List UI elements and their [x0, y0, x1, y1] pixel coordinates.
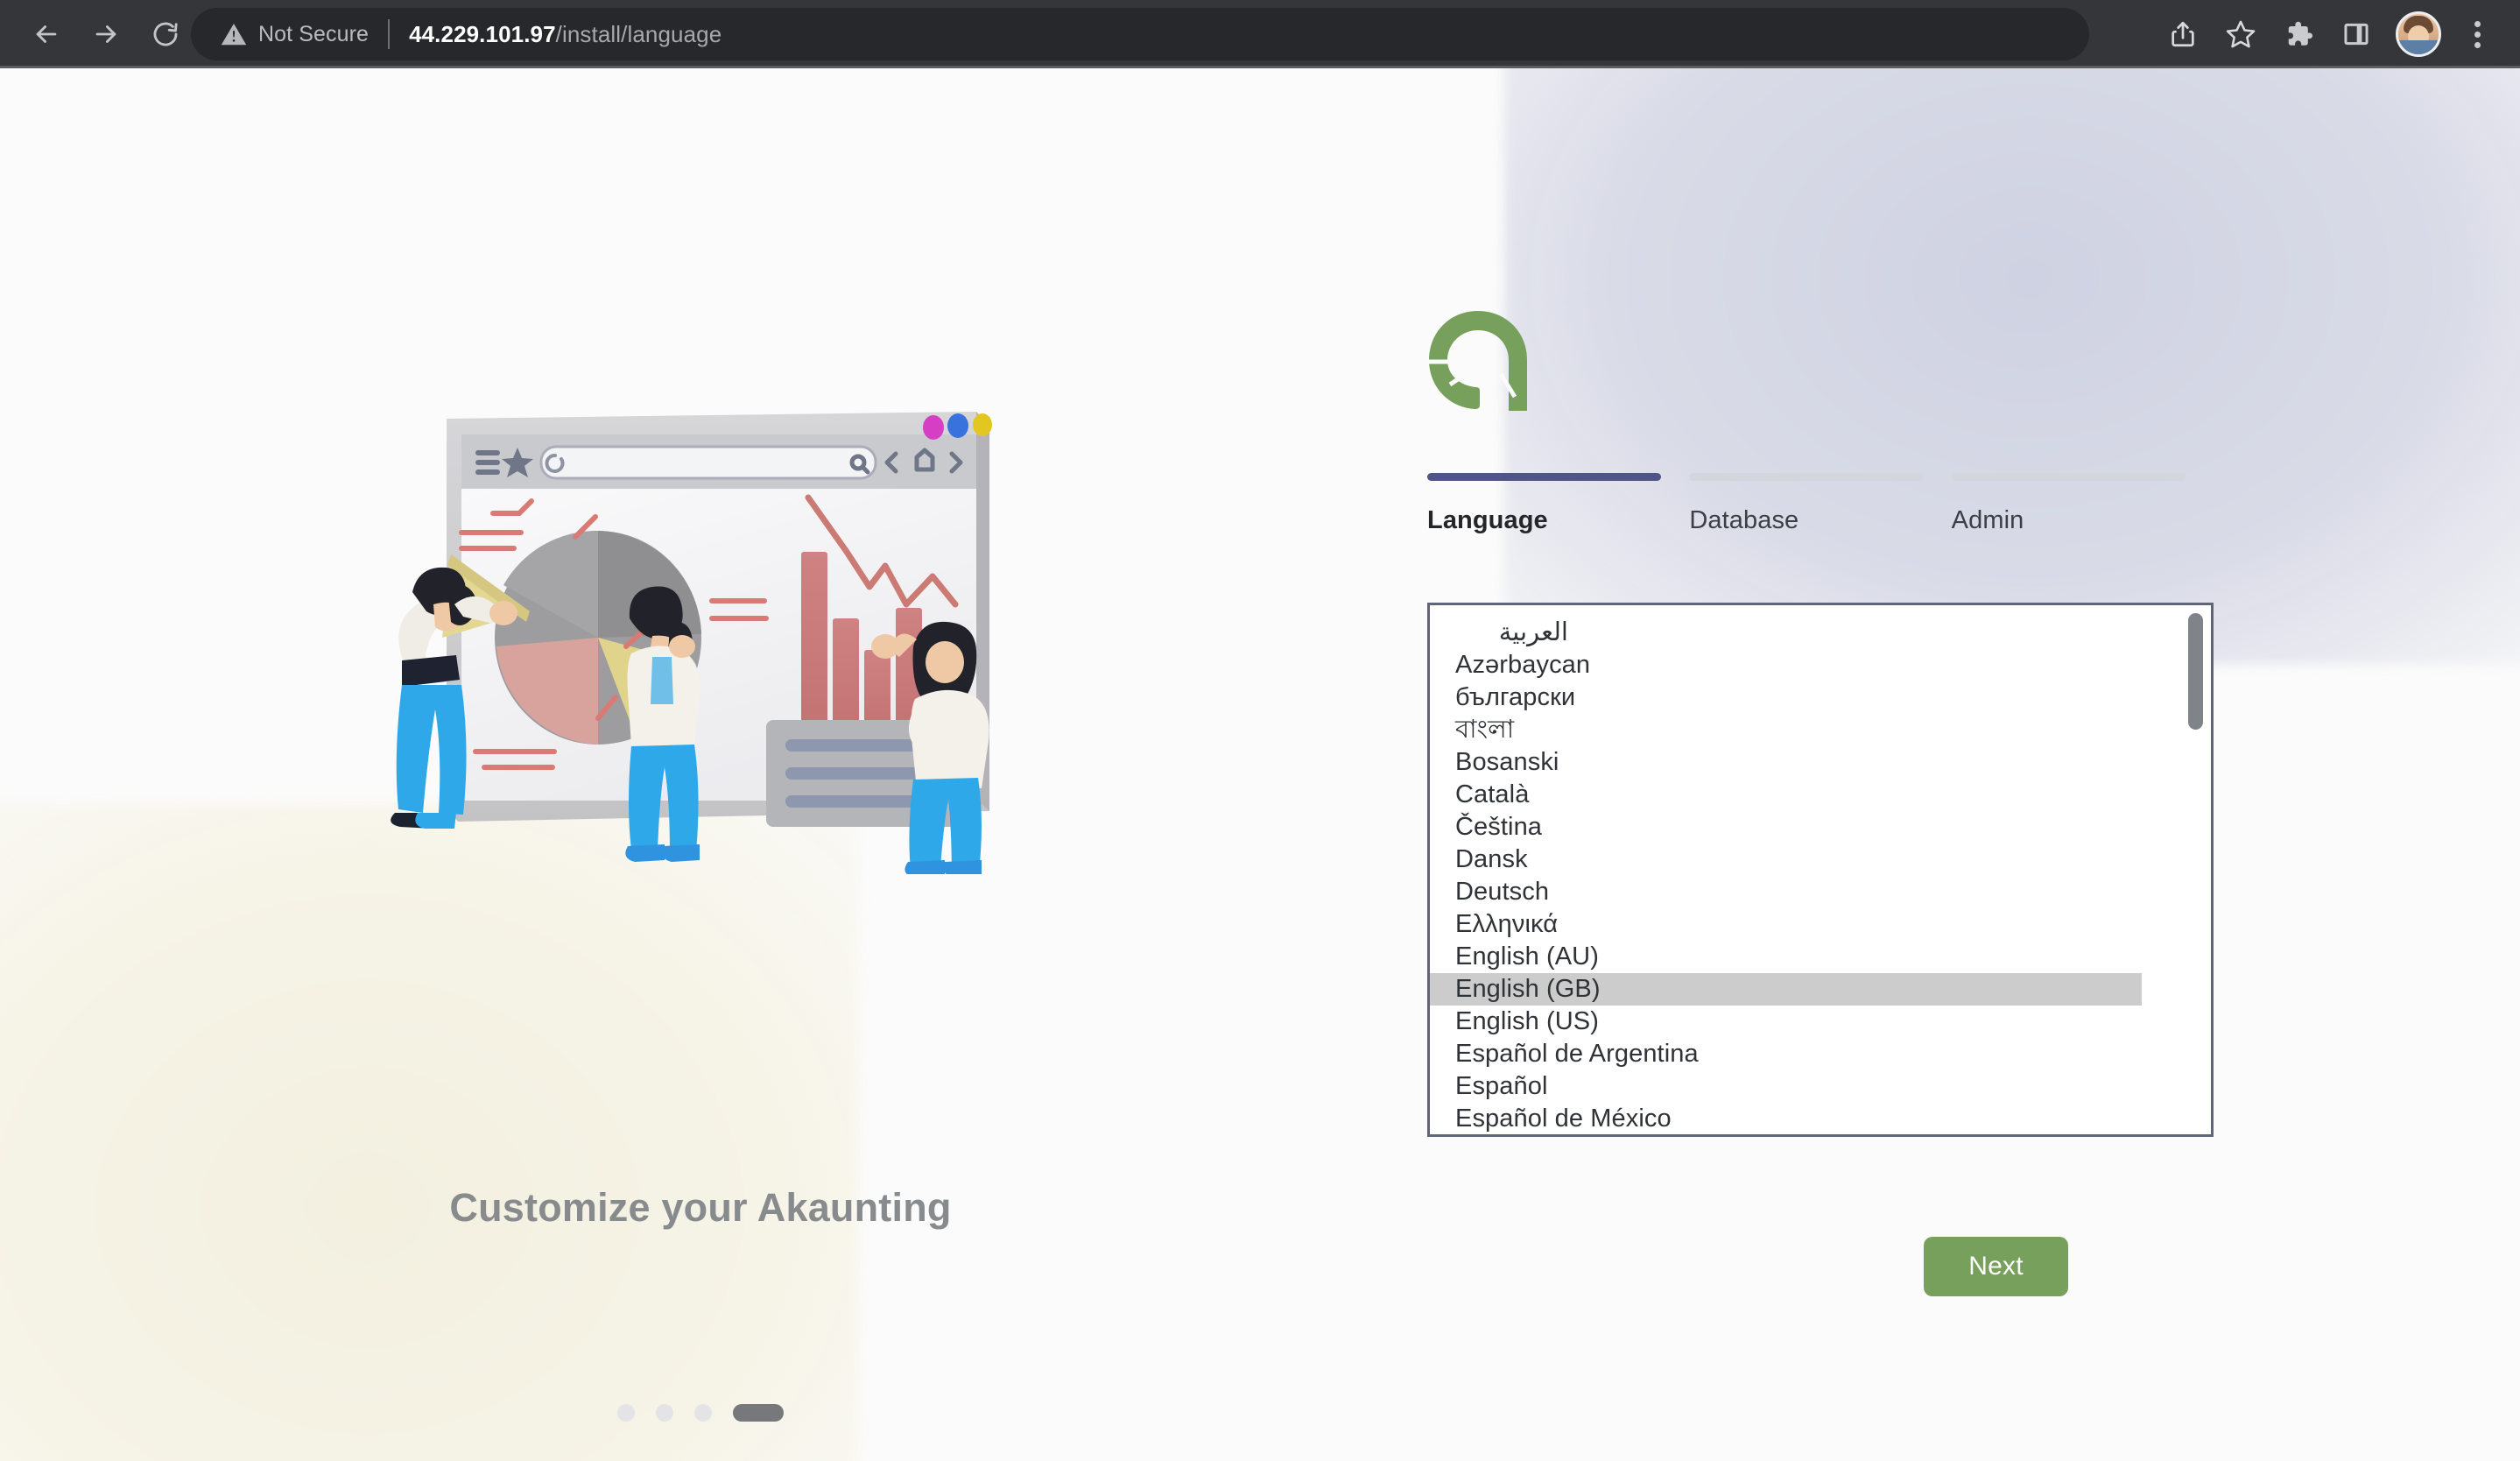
step-language[interactable]: Language — [1427, 473, 1662, 535]
install-wizard-panel: Language Database Admin العربية Azərbayca… — [1427, 68, 2215, 1461]
three-dot-menu-icon — [2474, 20, 2481, 48]
language-option[interactable]: Ελληνικά — [1430, 908, 2211, 941]
step-language-bar — [1427, 473, 1662, 481]
carousel-pagination — [0, 1404, 1401, 1422]
carousel-dot-2[interactable] — [656, 1404, 673, 1422]
language-option[interactable]: Deutsch — [1430, 876, 2211, 908]
url-path: /install/language — [555, 20, 722, 47]
carousel-dot-3[interactable] — [694, 1404, 712, 1422]
wizard-steps: Language Database Admin — [1427, 473, 2214, 535]
carousel-dot-1[interactable] — [617, 1404, 635, 1422]
reload-icon — [153, 22, 178, 46]
language-option[interactable]: Català — [1430, 779, 2211, 811]
language-option[interactable]: Español de Argentina — [1430, 1038, 2211, 1070]
omnibox-separator — [388, 19, 391, 49]
arrow-left-icon — [36, 25, 57, 43]
step-admin-label: Admin — [1951, 506, 2024, 534]
language-option[interactable]: Čeština — [1430, 811, 2211, 843]
language-option-list: العربية Azərbaycan български বাংলা Bosanski C… — [1430, 605, 2211, 1134]
step-database[interactable]: Database — [1689, 473, 1924, 535]
url-text[interactable]: 44.229.101.97/install/language — [409, 21, 722, 48]
side-panel-button[interactable] — [2329, 7, 2383, 61]
language-list-scrollbar-thumb[interactable] — [2188, 613, 2203, 730]
navigation-buttons — [0, 7, 193, 61]
bookmark-button[interactable] — [2214, 7, 2268, 61]
language-option[interactable]: Azərbaycan — [1430, 649, 2211, 681]
warning-triangle-icon — [221, 21, 247, 47]
back-button[interactable] — [19, 7, 74, 61]
akaunting-logo — [1429, 311, 1527, 411]
language-option[interactable]: العربية — [1430, 617, 2211, 649]
security-indicator[interactable]: Not Secure — [221, 21, 369, 47]
not-secure-label: Not Secure — [258, 21, 370, 46]
language-option[interactable]: বাংলা — [1430, 714, 2211, 746]
analytics-dashboard-illustration — [391, 412, 992, 874]
step-database-bar — [1689, 473, 1924, 481]
avatar[interactable] — [2396, 11, 2441, 57]
url-host: 44.229.101.97 — [409, 20, 556, 47]
share-button[interactable] — [2156, 7, 2210, 61]
browser-toolbar: Not Secure 44.229.101.97/install/languag… — [0, 0, 2520, 68]
step-admin-bar — [1951, 473, 2186, 481]
carousel-heading: Customize your Akaunting — [449, 1185, 952, 1230]
language-option[interactable]: Español de México — [1430, 1103, 2211, 1134]
side-panel-icon — [2344, 23, 2369, 46]
language-option[interactable]: Bosanski — [1430, 746, 2211, 779]
step-database-label: Database — [1689, 506, 1799, 534]
browser-menu-button[interactable] — [2450, 7, 2504, 61]
language-option[interactable]: български — [1430, 681, 2211, 714]
avatar-shirt — [2398, 40, 2439, 54]
puzzle-piece-icon — [2288, 21, 2313, 46]
carousel-dot-4-active[interactable] — [733, 1404, 784, 1422]
forward-button[interactable] — [79, 7, 133, 61]
reload-button[interactable] — [138, 7, 193, 61]
language-option[interactable]: English (GB) — [1430, 973, 2142, 1006]
page-body: Customize your Akaunting Language Databa… — [0, 68, 2520, 1461]
share-icon — [2172, 21, 2194, 47]
step-admin[interactable]: Admin — [1951, 473, 2186, 535]
step-language-label: Language — [1427, 506, 1548, 534]
onboarding-carousel-panel: Customize your Akaunting — [0, 68, 1401, 1461]
arrow-right-icon — [95, 25, 116, 43]
next-button[interactable]: Next — [1924, 1237, 2068, 1296]
language-option[interactable]: Dansk — [1430, 843, 2211, 876]
language-option[interactable]: English (AU) — [1430, 941, 2211, 973]
language-option[interactable]: Español — [1430, 1070, 2211, 1103]
extensions-button[interactable] — [2271, 7, 2326, 61]
star-icon — [2226, 20, 2256, 48]
language-listbox[interactable]: العربية Azərbaycan български বাংলা Bosanski C… — [1427, 603, 2214, 1137]
language-option[interactable]: English (US) — [1430, 1006, 2211, 1038]
toolbar-actions — [2156, 0, 2504, 68]
address-bar[interactable]: Not Secure 44.229.101.97/install/languag… — [191, 8, 2089, 60]
